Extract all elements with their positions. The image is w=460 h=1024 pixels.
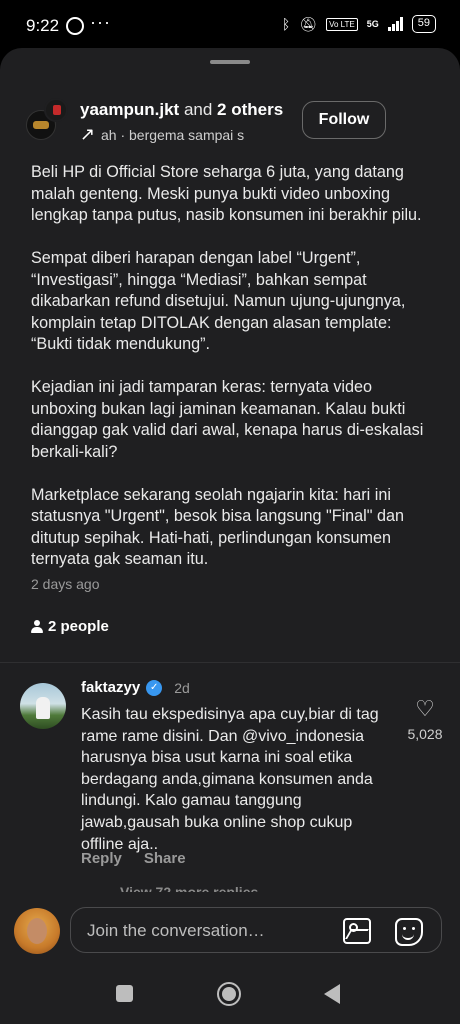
comment-input[interactable] <box>87 918 327 944</box>
status-time: 9:22 <box>26 16 60 35</box>
people-label: 2 people <box>48 618 109 635</box>
mention-link[interactable]: @vivo_indonesia <box>242 728 364 745</box>
heart-icon[interactable]: ♡ <box>403 698 447 720</box>
verified-icon: ✓ <box>146 679 163 696</box>
like-count: 5,028 <box>407 726 443 742</box>
post-body: Beli HP di Official Store seharga 6 juta… <box>31 162 436 592</box>
post-paragraph: Kejadian ini jadi tamparan keras: ternya… <box>31 378 424 461</box>
post-paragraph: Beli HP di Official Store seharga 6 juta… <box>31 163 422 224</box>
thread-sheet: yaampun.jkt and 2 others ↗ ah · bergema … <box>0 48 460 964</box>
post-author-avatars[interactable] <box>26 98 70 140</box>
view-more-replies[interactable]: View 72 more replies <box>120 884 258 892</box>
avatar <box>44 98 68 122</box>
drag-handle[interactable] <box>210 60 250 64</box>
more-notifications-icon: ··· <box>90 12 111 32</box>
sticker-icon[interactable] <box>395 918 423 946</box>
whatsapp-icon <box>66 17 84 35</box>
divider <box>0 662 460 663</box>
comment-text-part: harusnya bisa usut karna ini soal etika … <box>81 749 373 853</box>
people-count[interactable]: 2 people <box>31 618 109 635</box>
comment-time: 2d <box>174 679 190 696</box>
status-bar: 9:22 ··· ᛒ 🔕︎ Vo LTE 5G 59 <box>0 0 460 50</box>
avatar <box>14 908 60 954</box>
person-icon <box>31 620 43 633</box>
post-paragraph: Marketplace sekarang seolah ngajarin kit… <box>31 485 405 569</box>
mute-icon: 🔕︎ <box>299 15 318 32</box>
volte-icon: Vo LTE <box>326 17 358 31</box>
post-paragraph: Sempat diberi harapan dengan label “Urge… <box>31 249 406 353</box>
composer-input-box[interactable] <box>70 907 442 953</box>
bluetooth-icon: ᛒ <box>281 16 291 32</box>
author-username[interactable]: yaampun.jkt <box>80 100 179 119</box>
author-and: and <box>183 100 213 119</box>
comment-text: Kasih tau ekspedisinya apa cuy,biar di t… <box>81 704 391 855</box>
reply-button[interactable]: Reply <box>81 850 122 867</box>
arrow-icon: ↗ <box>80 124 96 144</box>
subtitle-prefix: ah <box>100 127 117 143</box>
status-icons: ᛒ 🔕︎ Vo LTE 5G 59 <box>282 15 436 33</box>
coauthors-link[interactable]: 2 others <box>217 100 283 119</box>
image-icon[interactable] <box>343 918 371 944</box>
signal-icon <box>387 17 403 31</box>
like-control[interactable]: ♡ 5,028 <box>403 698 447 743</box>
nav-recents-icon[interactable] <box>116 985 133 1002</box>
nav-back-icon[interactable] <box>324 984 340 1004</box>
comment-avatar[interactable] <box>20 683 66 729</box>
system-nav-bar <box>0 964 460 1024</box>
network-type: 5G <box>366 19 379 29</box>
subtitle-separator: · <box>120 127 126 143</box>
comment-actions: Reply Share <box>81 850 186 867</box>
share-button[interactable]: Share <box>144 850 186 867</box>
subtitle-text: bergema sampai s <box>129 127 245 143</box>
follow-button[interactable]: Follow <box>302 101 386 139</box>
composer-bar <box>0 896 460 964</box>
post-subtitle: ↗ ah · bergema sampai s <box>80 124 252 145</box>
battery-icon: 59 <box>411 15 436 33</box>
comment-username[interactable]: faktazyy <box>81 679 140 696</box>
post-author-line[interactable]: yaampun.jkt and 2 others <box>80 100 283 120</box>
nav-home-icon[interactable] <box>217 982 241 1006</box>
comment-header: faktazyy ✓ 2d <box>81 679 190 696</box>
post-timestamp: 2 days ago <box>31 576 100 592</box>
